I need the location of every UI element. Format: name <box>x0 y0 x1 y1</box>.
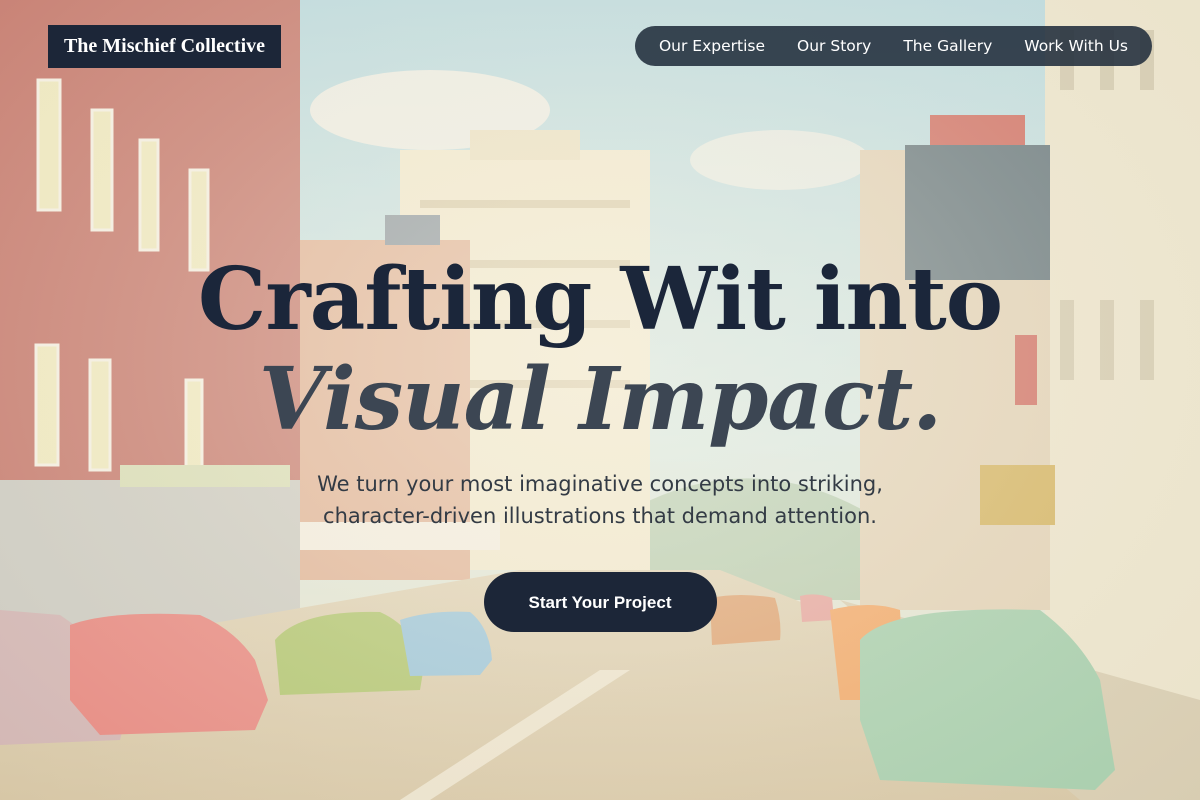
brand-logo[interactable]: The Mischief Collective <box>48 25 281 68</box>
hero-section: Crafting Wit into Visual Impact. We turn… <box>0 250 1200 632</box>
nav-item-our-story[interactable]: Our Story <box>797 37 871 55</box>
landing-page: The Mischief Collective Our Expertise Ou… <box>0 0 1200 800</box>
nav-item-work-with-us[interactable]: Work With Us <box>1024 37 1128 55</box>
hero-subtitle: We turn your most imaginative concepts i… <box>317 472 883 528</box>
start-project-button[interactable]: Start Your Project <box>483 572 717 632</box>
nav-item-our-expertise[interactable]: Our Expertise <box>659 37 765 55</box>
main-navigation: Our Expertise Our Story The Gallery Work… <box>634 26 1152 66</box>
nav-item-the-gallery[interactable]: The Gallery <box>903 37 992 55</box>
hero-headline-line2: Visual Impact. <box>258 349 942 450</box>
hero-headline-line1: Crafting Wit into <box>197 249 1003 350</box>
